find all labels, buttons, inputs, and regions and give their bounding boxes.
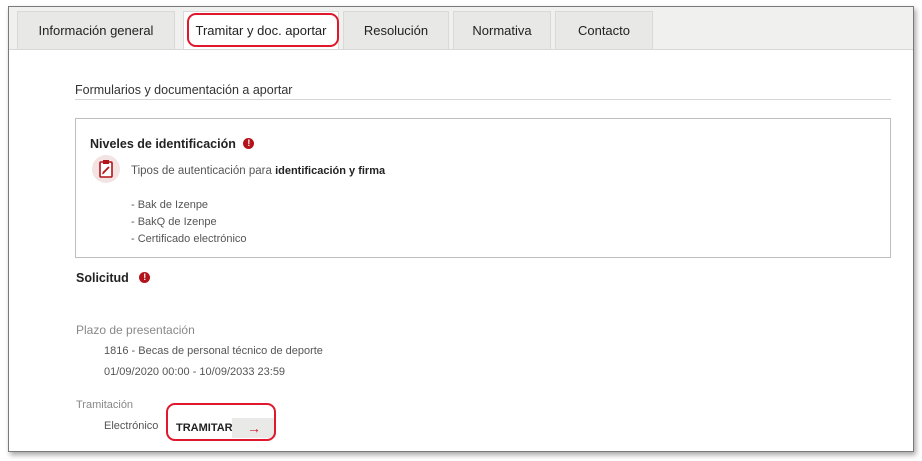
auth-text-prefix: Tipos de autenticación para (131, 165, 276, 177)
tramitacion-channel: Electrónico (104, 420, 159, 432)
tab-informacion-general[interactable]: Información general (17, 11, 175, 49)
solicitud-title: Solicitud (76, 271, 129, 285)
identification-heading: Niveles de identificación ! (90, 135, 255, 153)
certificate-icon (92, 155, 120, 183)
solicitud-heading: Solicitud ! (76, 269, 151, 287)
tab-contacto[interactable]: Contacto (555, 11, 653, 49)
auth-method-item: - Bak de Izenpe (131, 199, 209, 211)
info-icon[interactable]: ! (139, 272, 151, 284)
tab-label: Contacto (577, 23, 631, 38)
page-frame: Información general Tramitar y doc. apor… (8, 6, 914, 452)
tramitacion-label: Tramitación (76, 399, 134, 411)
plazo-label: Plazo de presentación (76, 323, 195, 337)
section-divider (75, 99, 891, 100)
tab-resolucion[interactable]: Resolución (343, 11, 449, 49)
identification-box: Niveles de identificación ! Tipos de aut… (75, 118, 891, 258)
tab-label: Información general (38, 23, 154, 38)
button-highlight-outline (166, 403, 276, 441)
section-title: Formularios y documentación a aportar (75, 83, 293, 97)
tab-normativa[interactable]: Normativa (453, 11, 551, 49)
auth-method-item: - Certificado electrónico (131, 233, 247, 245)
plazo-item: 1816 - Becas de personal técnico de depo… (104, 345, 323, 357)
auth-text-bold: identificación y firma (275, 165, 386, 177)
identification-title: Niveles de identificación (90, 137, 236, 151)
tab-label: Normativa (472, 23, 532, 38)
plazo-dates: 01/09/2020 00:00 - 10/09/2033 23:59 (104, 366, 286, 378)
auth-text: Tipos de autenticación para identificaci… (131, 165, 385, 177)
tab-highlight-outline (187, 13, 339, 47)
auth-method-item: - BakQ de Izenpe (131, 216, 217, 228)
tab-label: Resolución (363, 23, 429, 38)
info-icon[interactable]: ! (243, 138, 255, 150)
tab-bar: Información general Tramitar y doc. apor… (9, 7, 913, 50)
